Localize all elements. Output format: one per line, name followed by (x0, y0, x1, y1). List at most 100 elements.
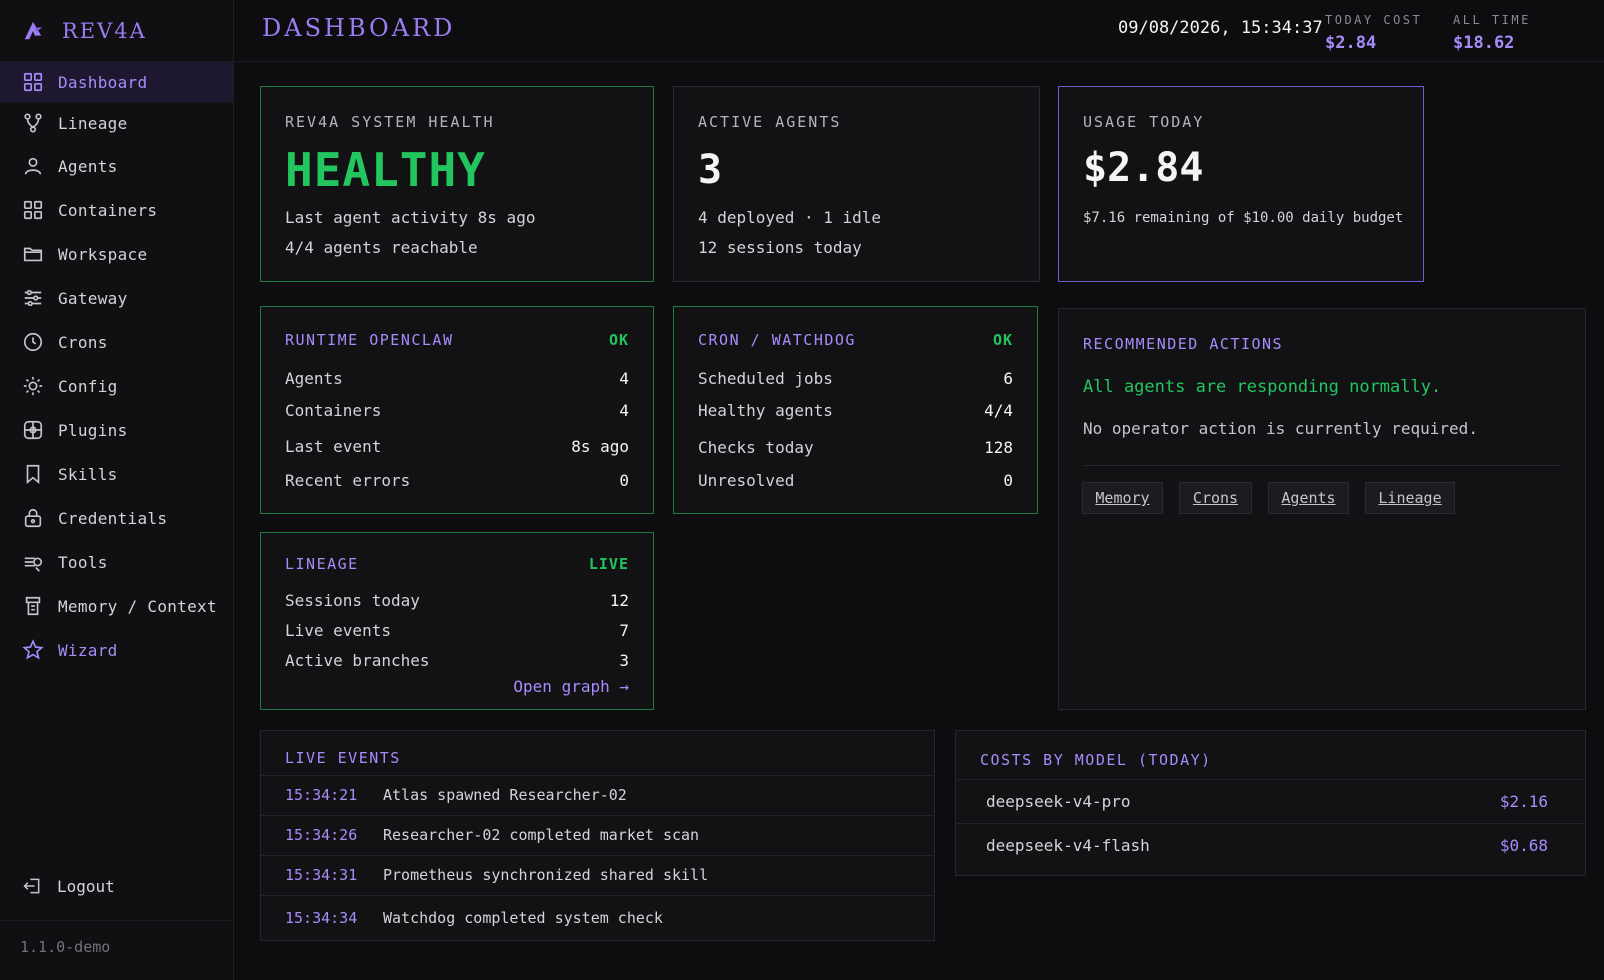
sun-icon (23, 376, 43, 396)
logout-icon (23, 878, 40, 894)
sidebar-item-crons[interactable]: Crons (0, 320, 233, 364)
folder-icon (23, 247, 43, 262)
chip-agents[interactable]: Agents (1268, 482, 1349, 514)
health-activity: Last agent activity 8s ago (285, 208, 536, 227)
chip-lineage[interactable]: Lineage (1365, 482, 1455, 514)
brand-logo-icon (24, 21, 43, 39)
sidebar-item-label: Agents (58, 156, 118, 176)
stat-row: Containers 4 (285, 401, 629, 420)
sidebar-item-dashboard[interactable]: Dashboard (0, 62, 233, 102)
sidebar-item-workspace[interactable]: Workspace (0, 232, 233, 276)
sidebar-divider (0, 920, 233, 921)
stat-row: Agents 4 (285, 369, 629, 388)
stat-value: 4/4 (984, 401, 1013, 420)
stat-label: Healthy agents (698, 401, 833, 420)
active-agents-count: 3 (698, 147, 723, 193)
card-label: ACTIVE AGENTS (698, 113, 842, 131)
logout-button[interactable]: Logout (22, 876, 115, 896)
stat-value: 0 (1003, 471, 1013, 490)
stat-value: 12 (609, 591, 629, 610)
chip-crons[interactable]: Crons (1179, 482, 1252, 514)
stat-value: 4 (619, 369, 629, 388)
stat-label: Last event (285, 437, 382, 456)
page-title: DASHBOARD (262, 14, 456, 42)
sidebar-item-wizard[interactable]: Wizard (0, 628, 233, 672)
sidebar-item-memory-context[interactable]: Memory / Context (0, 584, 233, 628)
stat-label: Scheduled jobs (698, 369, 833, 388)
event-time: 15:34:31 (285, 866, 358, 884)
status-badge: OK (608, 331, 629, 349)
sidebar-item-label: Credentials (58, 508, 168, 528)
sidebar-item-gateway[interactable]: Gateway (0, 276, 233, 320)
brand-name: REV4A (62, 18, 147, 43)
card-title: LINEAGE (285, 555, 359, 573)
sidebar-item-config[interactable]: Config (0, 364, 233, 408)
stat-row: Unresolved 0 (698, 471, 1013, 490)
stat-value: 7 (619, 621, 629, 640)
card-title: CRON / WATCHDOG (698, 331, 856, 349)
model-cost: $0.68 (1499, 835, 1548, 855)
runtime-openclaw-card: RUNTIME OPENCLAW OK Agents 4 Containers 4 … (260, 306, 654, 514)
plugin-icon (23, 420, 43, 440)
stat-row: Scheduled jobs 6 (698, 369, 1013, 388)
event-row[interactable]: 15:34:31 Prometheus synchronized shared … (261, 855, 934, 894)
sidebar-item-label: Plugins (58, 420, 128, 440)
lineage-card: LINEAGE LIVE Sessions today 12 Live event… (260, 532, 654, 710)
chip-memory[interactable]: Memory (1082, 482, 1163, 514)
stat-value: 0 (619, 471, 629, 490)
event-message: Researcher-02 completed market scan (383, 826, 700, 844)
event-message: Prometheus synchronized shared skill (383, 866, 709, 884)
version-label: 1.1.0-demo (20, 938, 111, 956)
sidebar-item-label: Skills (58, 464, 118, 484)
event-row[interactable]: 15:34:21 Atlas spawned Researcher-02 (261, 775, 934, 814)
sidebar-item-credentials[interactable]: Credentials (0, 496, 233, 540)
sidebar-item-tools[interactable]: Tools (0, 540, 233, 584)
sidebar-item-label: Wizard (58, 640, 118, 660)
sidebar-nav: Dashboard Lineage Agents Containers Work… (0, 62, 233, 672)
today-cost-value: $2.84 (1325, 33, 1377, 53)
sidebar-item-containers[interactable]: Containers (0, 188, 233, 232)
sidebar: REV4A Dashboard Lineage Agents Container… (0, 0, 234, 980)
budget-remaining-text: $7.16 remaining of $10.00 daily budget (1083, 210, 1404, 226)
all-time-cost-stat: ALL TIME $18.62 (1453, 13, 1531, 53)
stat-value: 128 (984, 438, 1013, 457)
card-title: RECOMMENDED ACTIONS (1083, 335, 1284, 353)
usage-today-card: USAGE TODAY $2.84 $7.16 remaining of $10… (1058, 86, 1424, 282)
brand[interactable]: REV4A (0, 0, 233, 62)
cron-watchdog-card: CRON / WATCHDOG OK Scheduled jobs 6 Healt… (673, 306, 1038, 514)
card-title: LIVE EVENTS (285, 749, 401, 767)
health-status: HEALTHY (285, 143, 486, 197)
stat-row: Sessions today 12 (285, 591, 629, 610)
sidebar-item-lineage[interactable]: Lineage (0, 102, 233, 144)
sidebar-item-label: Crons (58, 332, 108, 352)
branch-icon (24, 113, 42, 133)
top-header: DASHBOARD 09/08/2026, 15:34:37 TODAY COS… (234, 0, 1604, 62)
stat-label: Live events (285, 621, 391, 640)
card-header: LINEAGE LIVE (285, 555, 629, 573)
event-message: Atlas spawned Researcher-02 (383, 786, 627, 804)
cost-row: deepseek-v4-pro $2.16 (956, 779, 1585, 822)
sliders-icon (24, 289, 42, 307)
stat-label: Recent errors (285, 471, 411, 490)
sidebar-item-agents[interactable]: Agents (0, 144, 233, 188)
recommended-text: No operator action is currently required… (1083, 419, 1478, 438)
sidebar-item-label: Dashboard (58, 72, 148, 92)
sidebar-item-skills[interactable]: Skills (0, 452, 233, 496)
event-row[interactable]: 15:34:34 Watchdog completed system check (261, 895, 934, 939)
datetime-display: 09/08/2026, 15:34:37 (1118, 18, 1323, 38)
grid-icon (23, 72, 43, 92)
bookmark-icon (26, 464, 40, 485)
today-cost-stat: TODAY COST $2.84 (1325, 13, 1422, 53)
card-header: CRON / WATCHDOG OK (698, 331, 1013, 349)
cost-row: deepseek-v4-flash $0.68 (956, 823, 1585, 866)
stat-value: 3 (619, 651, 629, 670)
sidebar-item-plugins[interactable]: Plugins (0, 408, 233, 452)
star-icon (22, 639, 44, 660)
open-graph-link[interactable]: Open graph → (513, 677, 629, 696)
stat-row: Last event 8s ago (285, 437, 629, 456)
divider (1083, 465, 1561, 466)
live-events-card: LIVE EVENTS 15:34:21 Atlas spawned Resea… (260, 730, 935, 941)
sidebar-item-label: Workspace (58, 244, 148, 264)
event-row[interactable]: 15:34:26 Researcher-02 completed market … (261, 815, 934, 854)
model-name: deepseek-v4-pro (986, 791, 1131, 811)
